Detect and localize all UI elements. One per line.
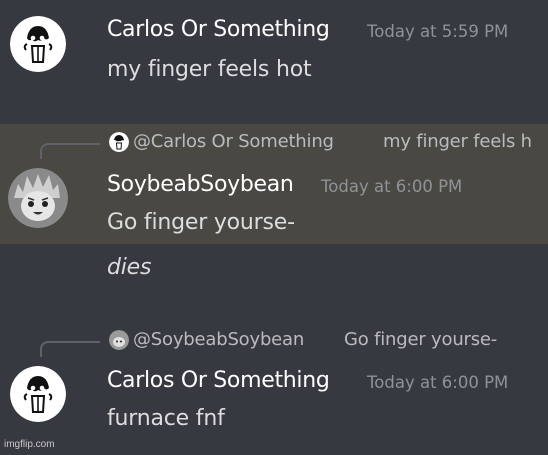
timestamp: Today at 5:59 PM bbox=[367, 22, 509, 41]
reply-mention[interactable]: @SoybeabSoybean bbox=[133, 329, 304, 350]
reply-avatar-carlos bbox=[109, 132, 129, 152]
reply-avatar-soybean bbox=[109, 330, 129, 350]
message-text: furnace fnf bbox=[107, 406, 225, 431]
message-carlos-2: @SoybeabSoybean Go finger yourse- Carlos… bbox=[0, 318, 548, 448]
message-carlos-1: Carlos Or Something Today at 5:59 PM my … bbox=[0, 0, 548, 118]
message-text-continuation: dies bbox=[107, 255, 152, 280]
avatar-carlos[interactable] bbox=[10, 366, 66, 422]
avatar-soybean[interactable] bbox=[8, 168, 68, 228]
reply-preview-text[interactable]: Go finger yourse- bbox=[344, 329, 497, 350]
message-text: my finger feels hot bbox=[107, 57, 312, 82]
avatar-carlos[interactable] bbox=[10, 16, 66, 72]
watermark: imgflip.com bbox=[4, 439, 55, 450]
username[interactable]: Carlos Or Something bbox=[107, 17, 330, 42]
reply-mention[interactable]: @Carlos Or Something bbox=[133, 131, 334, 152]
chat-messages: Carlos Or Something Today at 5:59 PM my … bbox=[0, 0, 548, 455]
reply-connector bbox=[40, 341, 100, 357]
timestamp: Today at 6:00 PM bbox=[321, 177, 463, 196]
username[interactable]: SoybeabSoybean bbox=[107, 172, 294, 197]
reply-preview-text[interactable]: my finger feels h bbox=[383, 131, 532, 152]
timestamp: Today at 6:00 PM bbox=[367, 373, 509, 392]
username[interactable]: Carlos Or Something bbox=[107, 368, 330, 393]
message-text: Go finger yourse- bbox=[107, 210, 295, 235]
reply-connector bbox=[40, 143, 100, 159]
message-soybean: @Carlos Or Something my finger feels h S… bbox=[0, 124, 548, 244]
